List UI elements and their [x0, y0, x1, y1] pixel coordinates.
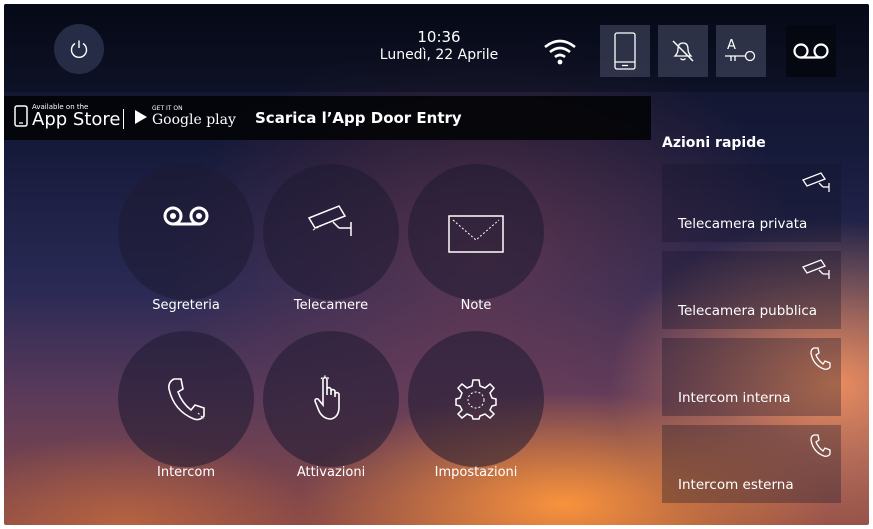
- top-bar: 10:36 Lunedì, 22 Aprile A: [4, 4, 869, 92]
- mute-button[interactable]: [658, 25, 708, 77]
- quick-action-intercom-esterna[interactable]: Intercom esterna: [662, 425, 841, 503]
- tile-note[interactable]: Note: [408, 164, 544, 313]
- svg-text:A: A: [727, 38, 736, 53]
- hand-pointer-icon: [314, 375, 340, 420]
- phone-device-icon: [14, 105, 28, 127]
- smartphone-button[interactable]: [600, 25, 650, 77]
- envelope-icon: [448, 215, 504, 253]
- tile-attivazioni[interactable]: Attivazioni: [263, 331, 399, 480]
- app-store-banner[interactable]: Available on the App Store GET IT ON Goo…: [4, 96, 651, 140]
- voicemail-icon: [163, 206, 209, 226]
- play-icon: [135, 109, 147, 124]
- app-store-badge[interactable]: Available on the App Store: [14, 103, 120, 129]
- quick-action-telecamera-pubblica[interactable]: Telecamera pubblica: [662, 251, 841, 329]
- tile-label: Impostazioni: [434, 465, 518, 480]
- date: Lunedì, 22 Aprile: [379, 47, 499, 63]
- quick-action-label: Intercom interna: [678, 390, 791, 406]
- time: 10:36: [417, 28, 461, 46]
- quick-action-intercom-interna[interactable]: Intercom interna: [662, 338, 841, 416]
- download-app-text: Scarica l’App Door Entry: [255, 109, 462, 127]
- phone-icon: [810, 347, 831, 370]
- door-key-icon: A: [725, 38, 756, 62]
- tile-label: Note: [460, 298, 492, 313]
- voicemail-icon: [793, 43, 829, 59]
- quick-action-label: Telecamera privata: [678, 216, 808, 232]
- phone-icon: [810, 434, 831, 457]
- quick-action-telecamera-privata[interactable]: Telecamera privata: [662, 164, 841, 242]
- quick-action-label: Intercom esterna: [678, 477, 794, 493]
- tile-impostazioni[interactable]: Impostazioni: [408, 331, 544, 480]
- camera-icon: [802, 259, 830, 279]
- tile-segreteria[interactable]: Segreteria: [118, 164, 254, 313]
- google-big-text: Google play: [152, 112, 236, 128]
- google-small-text: GET IT ON: [152, 105, 183, 112]
- google-play-badge[interactable]: GET IT ON Google play: [134, 105, 236, 128]
- apple-big-text: App Store: [32, 109, 121, 130]
- clock: 10:36 Lunedì, 22 Aprile: [364, 28, 514, 64]
- tile-intercom[interactable]: Intercom: [118, 331, 254, 480]
- door-lock-button[interactable]: A: [716, 25, 766, 77]
- quick-action-label: Telecamera pubblica: [678, 303, 818, 319]
- voicemail-button[interactable]: [786, 25, 836, 77]
- power-icon: [70, 40, 88, 58]
- wifi-icon: [544, 39, 576, 65]
- home-screen: 10:36 Lunedì, 22 Aprile A Available on t…: [4, 4, 869, 525]
- quick-actions-title: Azioni rapide: [662, 135, 766, 151]
- gear-icon: [455, 379, 497, 420]
- camera-icon: [307, 205, 352, 236]
- divider: [123, 109, 124, 129]
- smartphone-icon: [614, 32, 636, 70]
- tile-telecamere[interactable]: Telecamere: [263, 164, 399, 313]
- bell-muted-icon: [672, 40, 694, 62]
- power-button[interactable]: [54, 24, 104, 74]
- phone-icon: [168, 378, 205, 421]
- camera-icon: [802, 172, 830, 192]
